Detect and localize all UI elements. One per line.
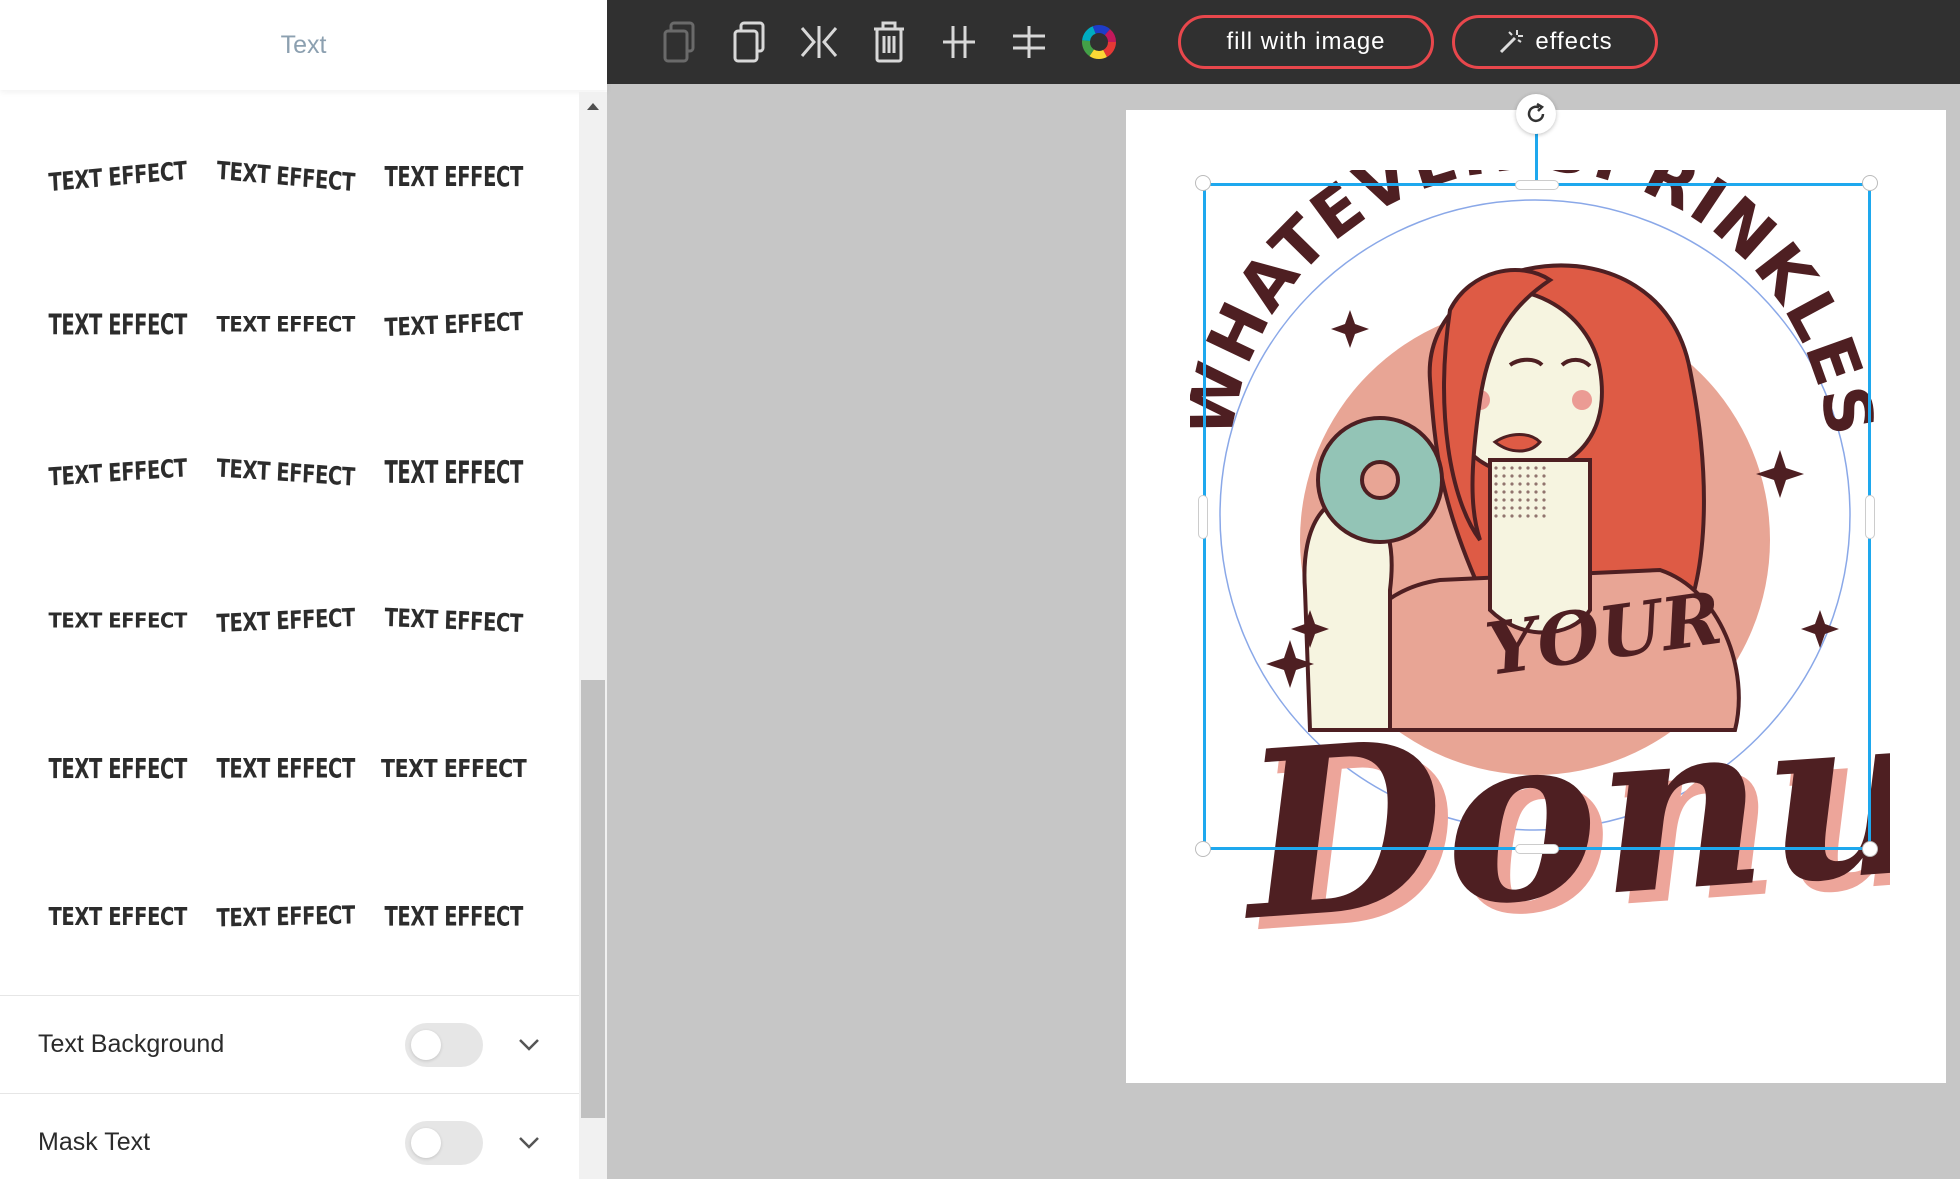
text-effect-option[interactable]: TEXT EFFECT	[370, 842, 538, 990]
resize-handle-bottom[interactable]	[1515, 844, 1559, 854]
text-effect-option[interactable]: TEXT EFFECT	[202, 250, 370, 398]
text-effect-label: TEXT EFFECT	[48, 752, 188, 784]
rotate-icon[interactable]	[1516, 94, 1556, 134]
text-effect-option[interactable]: TEXT EFFECT	[34, 694, 202, 842]
text-effect-label: TEXT EFFECT	[216, 899, 356, 933]
text-effect-option[interactable]: TEXT EFFECT	[202, 546, 370, 694]
text-effect-label: TEXT EFFECT	[381, 753, 527, 783]
text-effect-label: TEXT EFFECT	[48, 608, 188, 632]
fill-with-image-button[interactable]: fill with image	[1178, 15, 1434, 69]
align-horizontal-icon[interactable]	[994, 7, 1064, 77]
text-effect-label: TEXT EFFECT	[48, 155, 188, 197]
scrollbar-thumb[interactable]	[581, 680, 605, 1118]
text-effect-label: TEXT EFFECT	[216, 752, 356, 784]
text-effect-option[interactable]: TEXT EFFECT	[34, 250, 202, 398]
text-background-row[interactable]: Text Background	[0, 995, 579, 1093]
panel-title: Text	[0, 0, 607, 90]
text-effect-option[interactable]: TEXT EFFECT	[370, 546, 538, 694]
text-effect-label: TEXT EFFECT	[48, 307, 188, 341]
resize-handle-right[interactable]	[1865, 495, 1875, 539]
resize-handle-bottom-left[interactable]	[1195, 841, 1211, 857]
flip-icon[interactable]	[784, 7, 854, 77]
text-effect-label: TEXT EFFECT	[216, 155, 356, 197]
toggle-knob	[411, 1127, 441, 1158]
magic-wand-icon	[1500, 30, 1524, 54]
text-effect-option[interactable]: TEXT EFFECT	[370, 102, 538, 250]
resize-handle-bottom-right[interactable]	[1862, 841, 1878, 857]
text-background-toggle[interactable]	[405, 1022, 483, 1067]
copy-icon[interactable]	[644, 7, 714, 77]
text-effect-label: TEXT EFFECT	[216, 602, 356, 638]
text-effect-label: TEXT EFFECT	[48, 452, 188, 492]
text-effect-label: TEXT EFFECT	[384, 306, 524, 342]
rotate-stem	[1535, 130, 1538, 183]
resize-handle-top-left[interactable]	[1195, 175, 1211, 191]
toolbar-icons	[644, 7, 1134, 77]
text-effects-list: TEXT EFFECT TEXT EFFECT TEXT EFFECT TEXT EF…	[0, 92, 579, 994]
effects-button[interactable]: effects	[1452, 15, 1658, 69]
resize-handle-top[interactable]	[1515, 180, 1559, 190]
resize-handle-left[interactable]	[1198, 495, 1208, 539]
text-effect-option[interactable]: TEXT EFFECT	[370, 694, 538, 842]
align-vertical-icon[interactable]	[924, 7, 994, 77]
text-panel: Text TEXT EFFECT TEXT EFFECT TEXT EFFECT TE…	[0, 0, 607, 1179]
text-effect-label: TEXT EFFECT	[48, 901, 188, 931]
text-effect-label: TEXT EFFECT	[384, 602, 524, 638]
text-effect-option[interactable]: TEXT EFFECT	[202, 694, 370, 842]
text-effect-option[interactable]: TEXT EFFECT	[202, 842, 370, 990]
text-effect-option[interactable]: TEXT EFFECT	[370, 398, 538, 546]
text-effect-label: TEXT EFFECT	[384, 900, 524, 932]
chevron-down-icon[interactable]	[517, 1131, 541, 1155]
panel-scrollbar[interactable]	[579, 92, 607, 1179]
text-effect-option[interactable]: TEXT EFFECT	[34, 842, 202, 990]
selection-box[interactable]	[1203, 183, 1871, 850]
effects-label: effects	[1535, 28, 1613, 55]
text-effect-label: TEXT EFFECT	[216, 311, 356, 337]
text-effect-option[interactable]: TEXT EFFECT	[34, 102, 202, 250]
mask-text-label: Mask Text	[38, 1128, 151, 1156]
chevron-down-icon[interactable]	[517, 1033, 541, 1057]
delete-icon[interactable]	[854, 7, 924, 77]
color-wheel-icon[interactable]	[1064, 7, 1134, 77]
text-effect-label: TEXT EFFECT	[216, 452, 356, 492]
top-toolbar: fill with image effects	[607, 0, 1960, 84]
resize-handle-top-right[interactable]	[1862, 175, 1878, 191]
scroll-up-arrow-icon[interactable]	[579, 98, 607, 114]
text-effect-option[interactable]: TEXT EFFECT	[34, 398, 202, 546]
mask-text-toggle[interactable]	[405, 1120, 483, 1165]
text-effect-option[interactable]: TEXT EFFECT	[202, 102, 370, 250]
mask-text-row[interactable]: Mask Text	[0, 1093, 579, 1179]
text-effects-grid: TEXT EFFECT TEXT EFFECT TEXT EFFECT TEXT EF…	[0, 92, 579, 990]
duplicate-icon[interactable]	[714, 7, 784, 77]
text-effect-option[interactable]: TEXT EFFECT	[370, 250, 538, 398]
text-effect-option[interactable]: TEXT EFFECT	[34, 546, 202, 694]
toggle-knob	[411, 1029, 441, 1060]
text-effect-label: TEXT EFFECT	[384, 160, 524, 192]
text-effect-option[interactable]: TEXT EFFECT	[202, 398, 370, 546]
text-effect-label: TEXT EFFECT	[384, 453, 524, 491]
text-background-label: Text Background	[38, 1030, 225, 1058]
